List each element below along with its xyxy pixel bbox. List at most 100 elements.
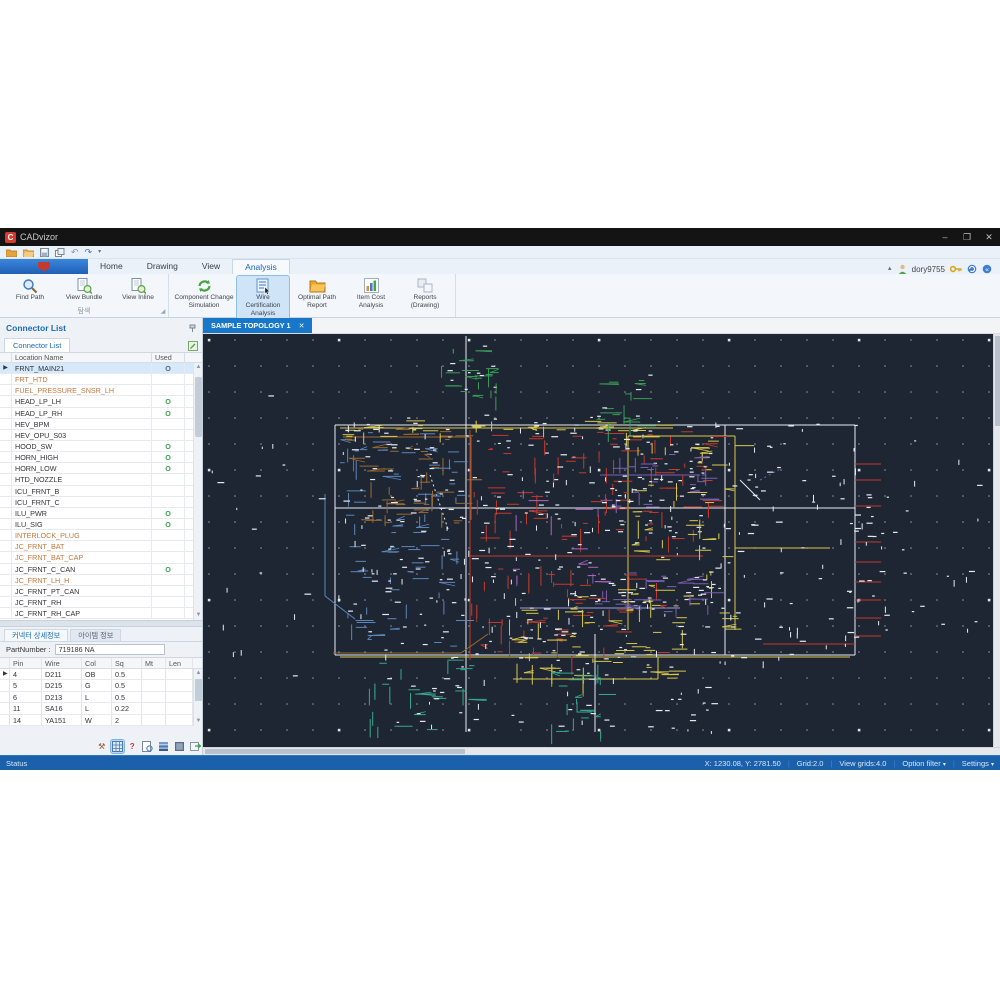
canvas-vertical-scrollbar[interactable] — [993, 334, 1000, 747]
view-bundle-button[interactable]: View Bundle — [58, 276, 110, 303]
minimize-button[interactable]: – — [934, 228, 956, 246]
wire-certification-analysis-button[interactable]: Wire Certification Analysis — [236, 275, 290, 321]
copy-icon[interactable] — [55, 247, 65, 257]
connector-row[interactable]: JC_FRNT_BAT_CAP — [0, 552, 202, 564]
view-grid-setting[interactable]: View grids:4.0 — [839, 759, 886, 768]
ribbon-tab-view[interactable]: View — [190, 259, 232, 274]
key-icon[interactable] — [950, 265, 962, 273]
canvas-horizontal-scrollbar[interactable] — [203, 747, 1000, 755]
option-filter-dropdown[interactable]: Option filter ▾ — [902, 759, 945, 768]
pin-row[interactable]: ▶ 4 D211 OB 0.5 — [0, 669, 202, 681]
pin-column-col[interactable]: Col — [82, 658, 112, 668]
pin-row[interactable]: 14 YA151 W 2 — [0, 714, 202, 726]
connector-row[interactable]: JC_FRNT_RH_CAP — [0, 608, 202, 620]
connector-row[interactable]: HORN_HIGH O — [0, 452, 202, 464]
connector-row[interactable]: HORN_LOW O — [0, 463, 202, 475]
connector-scrollbar[interactable]: ▲ ▼ — [193, 363, 202, 620]
view-inline-button[interactable]: View Inline — [112, 276, 164, 303]
optimal-path-report-button[interactable]: Optimal Path Report — [291, 276, 343, 311]
pin-column-len[interactable]: Len — [166, 658, 193, 668]
edit-filter-icon[interactable] — [188, 341, 198, 351]
pin-column-pin[interactable]: Pin — [10, 658, 42, 668]
column-used[interactable]: Used — [152, 353, 185, 362]
dialog-launcher-icon[interactable]: ◢ — [160, 309, 166, 315]
topology-drawing-canvas[interactable] — [203, 334, 993, 747]
scroll-thumb[interactable] — [195, 679, 202, 701]
open-folder-icon[interactable] — [23, 248, 34, 257]
used-flag — [152, 385, 185, 396]
connector-row[interactable]: INTERLOCK_PLUG — [0, 530, 202, 542]
tool-search-doc-icon[interactable] — [141, 740, 154, 753]
reports-drawing--button[interactable]: Reports (Drawing) — [399, 276, 451, 311]
document-close-icon[interactable]: ✕ — [299, 322, 305, 330]
save-icon[interactable] — [40, 247, 49, 257]
column-location-name[interactable]: Location Name — [12, 353, 152, 362]
collapse-ribbon-icon[interactable]: ▲ — [887, 266, 893, 272]
detail-tab[interactable]: 아이템 정보 — [70, 629, 122, 641]
connector-row[interactable]: HOOD_SW O — [0, 440, 202, 453]
connector-row[interactable]: ILU_PWR O — [0, 507, 202, 519]
pin-row[interactable]: 6 D213 L 0.5 — [0, 691, 202, 704]
connector-row[interactable]: ICU_FRNT_B — [0, 485, 202, 497]
pin-row[interactable]: 5 D215 G 0.5 — [0, 680, 202, 692]
connector-row[interactable]: HEAD_LP_LH O — [0, 396, 202, 408]
ribbon-tab-analysis[interactable]: Analysis — [232, 259, 290, 274]
scroll-up-icon[interactable]: ▲ — [194, 669, 203, 678]
connector-row[interactable]: ILU_SIG O — [0, 518, 202, 531]
tool-layers-icon[interactable] — [157, 740, 170, 753]
quick-access-dropdown-icon[interactable]: ▾ — [98, 247, 101, 258]
pin-table-scrollbar[interactable]: ▲ ▼ — [193, 669, 202, 726]
connector-panel-tabstrip: Connector List — [0, 338, 202, 353]
pin-column-mt[interactable]: Mt — [142, 658, 166, 668]
pin-column-sq[interactable]: Sq — [112, 658, 142, 668]
detail-tab[interactable]: 커넥터 상세정보 — [4, 629, 69, 641]
connector-row[interactable]: ICU_FRNT_C — [0, 496, 202, 508]
find-path-button[interactable]: Find Path — [4, 276, 56, 303]
pin-column-wire[interactable]: Wire — [42, 658, 82, 668]
pin-row[interactable]: 11 SA16 L 0.22 — [0, 703, 202, 715]
ribbon-tab-drawing[interactable]: Drawing — [135, 259, 190, 274]
tool-help-icon[interactable]: ? — [127, 740, 139, 753]
connector-row[interactable]: JC_FRNT_RH — [0, 596, 202, 609]
grid-setting[interactable]: Grid:2.0 — [797, 759, 824, 768]
tool-grid-icon[interactable] — [109, 739, 125, 754]
connector-row[interactable]: JC_FRNT_LH_H — [0, 574, 202, 586]
user-name[interactable]: dory9755 — [912, 265, 945, 274]
close-button[interactable]: ✕ — [978, 228, 1000, 246]
settings-dropdown[interactable]: Settings ▾ — [962, 759, 994, 768]
restore-button[interactable]: ❐ — [956, 228, 978, 246]
connector-row[interactable]: HEV_BPM — [0, 418, 202, 430]
connector-row[interactable]: HTD_NOZZLE — [0, 474, 202, 486]
tool-book-icon[interactable] — [173, 740, 186, 753]
tab-connector-list[interactable]: Connector List — [4, 338, 71, 352]
scroll-thumb[interactable] — [195, 377, 202, 437]
connector-row[interactable]: FRT_HTD — [0, 374, 202, 386]
connector-row[interactable]: JC_FRNT_PT_CAN — [0, 585, 202, 597]
redo-icon[interactable]: ↷ — [85, 247, 93, 258]
new-folder-icon[interactable] — [6, 248, 17, 257]
connector-row[interactable]: JC_FRNT_C_CAN O — [0, 563, 202, 575]
connector-row[interactable]: HEAD_LP_RH O — [0, 407, 202, 419]
scroll-down-icon[interactable]: ▼ — [194, 717, 203, 726]
connector-row[interactable]: JC_FRNT_BAT — [0, 541, 202, 553]
item-cost-analysis-button[interactable]: Item Cost Analysis — [345, 276, 397, 311]
sync-icon[interactable] — [967, 264, 977, 274]
location-name: HEV_BPM — [12, 418, 152, 429]
undo-icon[interactable]: ↶ — [71, 247, 79, 258]
used-flag: O — [152, 563, 185, 574]
pin-panel-icon[interactable] — [189, 324, 196, 333]
connector-row[interactable]: FUEL_PRESSURE_SNSR_LH — [0, 385, 202, 397]
help-icon[interactable]: « — [982, 264, 992, 274]
application-menu-button[interactable] — [0, 259, 88, 274]
document-tab[interactable]: SAMPLE TOPOLOGY 1 ✕ — [203, 318, 313, 333]
part-number-field[interactable]: 719186 NA — [54, 644, 165, 655]
connector-row[interactable]: ▶ FRNT_MAIN21 O — [0, 363, 202, 375]
ribbon-tab-home[interactable]: Home — [88, 259, 135, 274]
scroll-down-icon[interactable]: ▼ — [194, 611, 203, 620]
tool-hammer-icon[interactable]: ⚒ — [96, 740, 108, 753]
component-change-simulation-button[interactable]: Component Change Simulation — [173, 276, 235, 311]
panel-splitter[interactable] — [0, 620, 202, 627]
connector-row[interactable]: HEV_OPU_S03 — [0, 429, 202, 441]
scroll-up-icon[interactable]: ▲ — [194, 363, 203, 372]
tool-export-icon[interactable] — [189, 740, 202, 753]
